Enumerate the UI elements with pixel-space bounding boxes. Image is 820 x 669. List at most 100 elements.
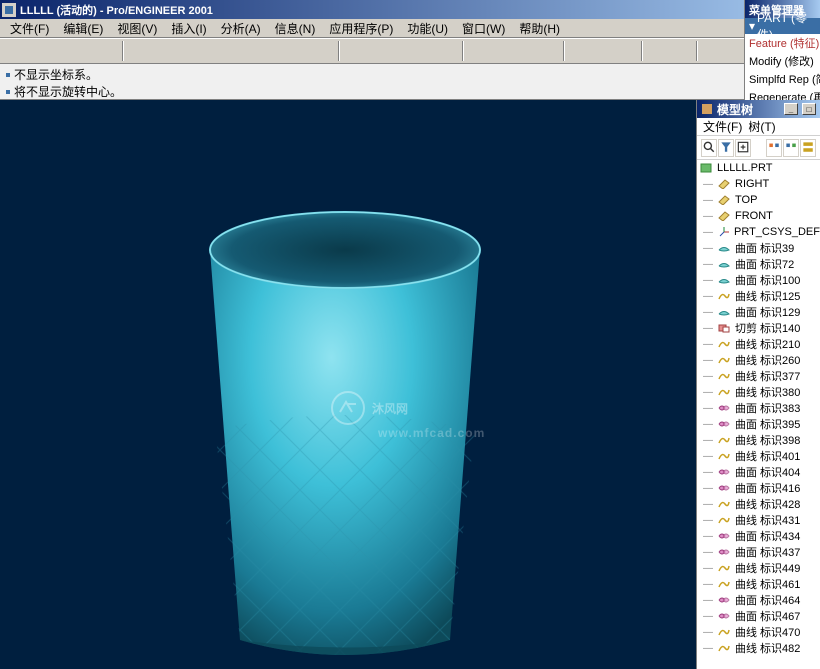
tree-find-button[interactable]: [701, 139, 717, 157]
tree-item-label: 曲面 标识129: [735, 304, 800, 320]
zoom-in-button[interactable]: [151, 40, 173, 62]
point-disp-button[interactable]: [390, 40, 412, 62]
tree-item[interactable]: —曲面 标识39: [697, 240, 820, 256]
tree-layer-button[interactable]: [800, 139, 816, 157]
print-button[interactable]: [96, 40, 118, 62]
tree-item[interactable]: —曲线 标识210: [697, 336, 820, 352]
tree-icon: [701, 103, 713, 115]
new-file-button[interactable]: [4, 40, 26, 62]
tree-file-menu[interactable]: 文件(F): [703, 118, 742, 135]
zoom-out-button[interactable]: [174, 40, 196, 62]
spin-button[interactable]: [670, 40, 692, 62]
tree-item[interactable]: —曲面 标识129: [697, 304, 820, 320]
tree-connector: —: [703, 323, 713, 334]
tree-item-label: 曲线 标识461: [735, 576, 800, 592]
axis-disp-button[interactable]: [367, 40, 389, 62]
highlight-button[interactable]: [569, 40, 591, 62]
tree-item[interactable]: —曲线 标识380: [697, 384, 820, 400]
tree-item[interactable]: —曲面 标识467: [697, 608, 820, 624]
tree-item[interactable]: —曲线 标识125: [697, 288, 820, 304]
plus-new-button[interactable]: [128, 40, 150, 62]
perspective-button[interactable]: [647, 40, 669, 62]
tree-maximize-button[interactable]: □: [802, 103, 816, 115]
axis-sel-button[interactable]: [491, 40, 513, 62]
tol-disp-button[interactable]: ±: [592, 40, 614, 62]
mail-button[interactable]: [73, 40, 95, 62]
tree-item[interactable]: —PRT_CSYS_DEF: [697, 224, 820, 240]
tree-minimize-button[interactable]: _: [784, 103, 798, 115]
tree-expand-button[interactable]: [735, 139, 751, 157]
tree-item[interactable]: —曲面 标识416: [697, 480, 820, 496]
tree-item[interactable]: —曲线 标识398: [697, 432, 820, 448]
save-file-button[interactable]: [50, 40, 72, 62]
open-file-button[interactable]: [27, 40, 49, 62]
tree-display-button[interactable]: [766, 139, 782, 157]
menu-9[interactable]: 帮助(H): [513, 18, 566, 39]
menu-8[interactable]: 窗口(W): [456, 18, 511, 39]
tree-item[interactable]: —曲面 标识464: [697, 592, 820, 608]
menu-5[interactable]: 信息(N): [269, 18, 322, 39]
tree-item[interactable]: —曲线 标识470: [697, 624, 820, 640]
tree-list[interactable]: LLLLL.PRT —RIGHT—TOP—FRONT—PRT_CSYS_DEF—…: [697, 160, 820, 669]
menu-7[interactable]: 功能(U): [401, 18, 454, 39]
tree-item[interactable]: —曲面 标识383: [697, 400, 820, 416]
menu-mgr-item[interactable]: Simplfd Rep (简化: [745, 70, 820, 88]
tree-item[interactable]: —曲面 标识72: [697, 256, 820, 272]
menu-0[interactable]: 文件(F): [4, 18, 55, 39]
menu-4[interactable]: 分析(A): [215, 18, 267, 39]
tree-settings-button[interactable]: [783, 139, 799, 157]
tree-item[interactable]: —曲线 标识431: [697, 512, 820, 528]
menu-3[interactable]: 插入(I): [165, 18, 212, 39]
std-orient-button[interactable]: [702, 40, 724, 62]
csys-sel-button[interactable]: [537, 40, 559, 62]
tree-item[interactable]: —曲面 标识395: [697, 416, 820, 432]
menu-6[interactable]: 应用程序(P): [323, 18, 399, 39]
tree-item[interactable]: —曲面 标识434: [697, 528, 820, 544]
datum-disp-button[interactable]: [468, 40, 490, 62]
tree-connector: —: [703, 259, 713, 270]
menu-mgr-item[interactable]: Modify (修改): [745, 52, 820, 70]
color-disp-button[interactable]: [615, 40, 637, 62]
tree-connector: —: [703, 627, 713, 638]
shaded-button[interactable]: [312, 40, 334, 62]
wireframe-button[interactable]: [243, 40, 265, 62]
hidden-button[interactable]: [266, 40, 288, 62]
tree-item[interactable]: —曲线 标识401: [697, 448, 820, 464]
tree-item[interactable]: —切剪 标识140: [697, 320, 820, 336]
tree-item[interactable]: —曲线 标识461: [697, 576, 820, 592]
cut-icon: [717, 322, 731, 334]
plane-disp-button[interactable]: [344, 40, 366, 62]
tree-item-label: 曲线 标识377: [735, 368, 800, 384]
curve-icon: [717, 514, 731, 526]
tree-root[interactable]: LLLLL.PRT: [697, 160, 820, 176]
tree-item[interactable]: —曲面 标识437: [697, 544, 820, 560]
tree-item[interactable]: —曲线 标识482: [697, 640, 820, 656]
watermark-url: www.mfcad.com: [378, 426, 485, 440]
tree-item[interactable]: — 曲线 标识449: [697, 560, 820, 576]
curve-icon: [717, 370, 731, 382]
tree-item[interactable]: —曲面 标识100: [697, 272, 820, 288]
fit-button[interactable]: [197, 40, 219, 62]
menu-mgr-item[interactable]: Feature (特征): [745, 34, 820, 52]
menu-manager-subheader[interactable]: ▾PART (零件): [745, 18, 820, 34]
tree-tree-menu[interactable]: 树(T): [748, 118, 775, 135]
tree-connector: —: [703, 643, 713, 654]
spin-center-button[interactable]: [436, 40, 458, 62]
tree-item[interactable]: —曲线 标识377: [697, 368, 820, 384]
tree-item[interactable]: —曲线 标识260: [697, 352, 820, 368]
csys-disp-button[interactable]: [413, 40, 435, 62]
tree-item[interactable]: —曲面 标识404: [697, 464, 820, 480]
menu-2[interactable]: 视图(V): [111, 18, 163, 39]
tree-item[interactable]: —TOP: [697, 192, 820, 208]
tree-item[interactable]: —RIGHT: [697, 176, 820, 192]
menu-1[interactable]: 编辑(E): [57, 18, 109, 39]
tree-item[interactable]: —FRONT: [697, 208, 820, 224]
tree-item[interactable]: —曲线 标识428: [697, 496, 820, 512]
redraw-button[interactable]: [220, 40, 242, 62]
tree-connector: —: [703, 563, 713, 574]
pnt-sel-button[interactable]: x×: [514, 40, 536, 62]
tree-item-label: 曲线 标识449: [735, 560, 800, 576]
tree-filter-button[interactable]: [718, 139, 734, 157]
bullet-icon: [6, 90, 10, 94]
nohidden-button[interactable]: [289, 40, 311, 62]
